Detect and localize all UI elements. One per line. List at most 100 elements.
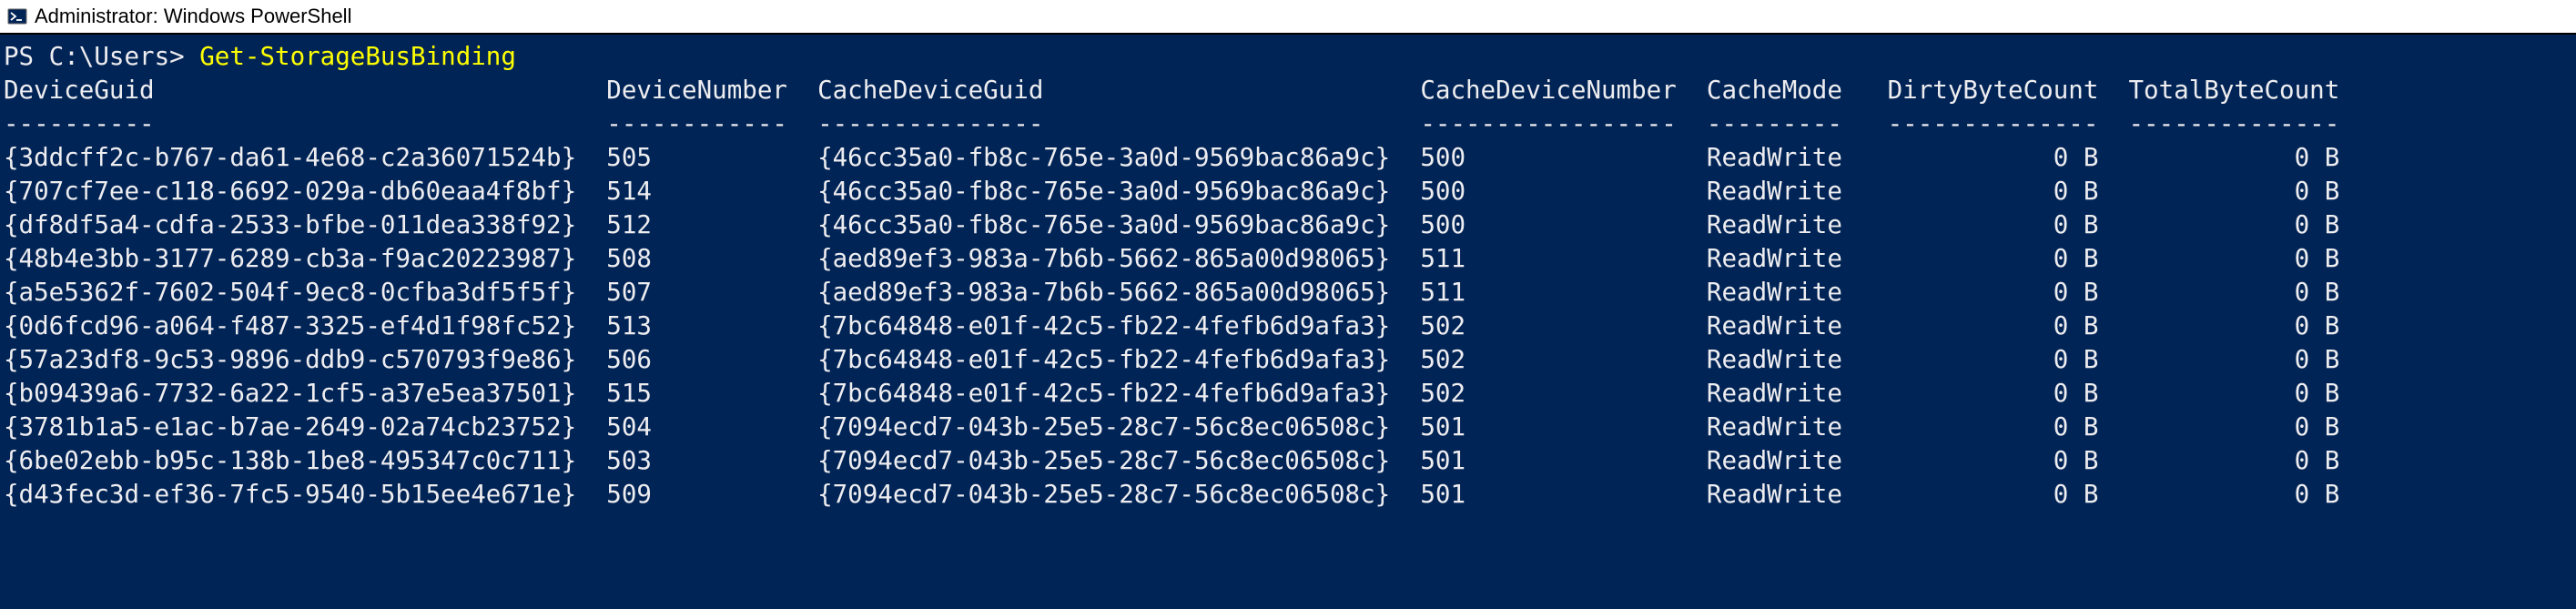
cell-total-byte-count: 0 B xyxy=(2114,244,2339,273)
window-titlebar[interactable]: Administrator: Windows PowerShell xyxy=(0,0,2576,35)
terminal-line: ---------- ------------ --------------- … xyxy=(4,107,2572,141)
cell-cache-device-guid: {7094ecd7-043b-25e5-28c7-56c8ec06508c} xyxy=(817,412,1420,442)
cell-total-byte-count: 0 B xyxy=(2114,210,2339,239)
cell-cache-mode: ReadWrite xyxy=(1707,177,1872,206)
table-row: {6be02ebb-b95c-138b-1be8-495347c0c711} 5… xyxy=(4,444,2572,478)
cell-total-byte-count: 0 B xyxy=(2114,278,2339,307)
cell-cache-device-number: 502 xyxy=(1420,311,1707,340)
cell-total-byte-count: 0 B xyxy=(2114,143,2339,172)
separator: ------------ xyxy=(606,109,817,138)
cell-device-guid: {3781b1a5-e1ac-b7ae-2649-02a74cb23752} xyxy=(4,412,606,442)
cell-device-number: 515 xyxy=(606,379,817,408)
cell-cache-device-number: 502 xyxy=(1420,345,1707,374)
column-header-device-guid: DeviceGuid xyxy=(4,76,606,105)
separator: ----------------- xyxy=(1420,109,1707,138)
terminal-output[interactable]: PS C:\Users> Get-StorageBusBindingDevice… xyxy=(0,35,2576,609)
cell-device-number: 503 xyxy=(606,446,817,475)
cell-device-number: 504 xyxy=(606,412,817,442)
window-title: Administrator: Windows PowerShell xyxy=(35,5,351,28)
cell-dirty-byte-count: 0 B xyxy=(1872,143,2114,172)
powershell-icon xyxy=(7,6,27,26)
cell-cache-device-guid: {aed89ef3-983a-7b6b-5662-865a00d98065} xyxy=(817,244,1420,273)
table-row: {707cf7ee-c118-6692-029a-db60eaa4f8bf} 5… xyxy=(4,175,2572,208)
cell-cache-device-guid: {46cc35a0-fb8c-765e-3a0d-9569bac86a9c} xyxy=(817,210,1420,239)
cell-cache-device-guid: {7094ecd7-043b-25e5-28c7-56c8ec06508c} xyxy=(817,446,1420,475)
cell-total-byte-count: 0 B xyxy=(2114,446,2339,475)
cell-dirty-byte-count: 0 B xyxy=(1872,480,2114,509)
separator: -------------- xyxy=(2114,109,2339,138)
table-row: {0d6fcd96-a064-f487-3325-ef4d1f98fc52} 5… xyxy=(4,310,2572,343)
cell-total-byte-count: 0 B xyxy=(2114,379,2339,408)
cell-device-number: 509 xyxy=(606,480,817,509)
separator: -------------- xyxy=(1872,109,2114,138)
cell-device-guid: {3ddcff2c-b767-da61-4e68-c2a36071524b} xyxy=(4,143,606,172)
cell-device-guid: {57a23df8-9c53-9896-ddb9-c570793f9e86} xyxy=(4,345,606,374)
cell-dirty-byte-count: 0 B xyxy=(1872,278,2114,307)
cell-device-guid: {d43fec3d-ef36-7fc5-9540-5b15ee4e671e} xyxy=(4,480,606,509)
cell-device-number: 514 xyxy=(606,177,817,206)
cell-device-guid: {6be02ebb-b95c-138b-1be8-495347c0c711} xyxy=(4,446,606,475)
cell-total-byte-count: 0 B xyxy=(2114,480,2339,509)
table-row: {48b4e3bb-3177-6289-cb3a-f9ac20223987} 5… xyxy=(4,242,2572,276)
cell-device-number: 513 xyxy=(606,311,817,340)
cell-device-guid: {0d6fcd96-a064-f487-3325-ef4d1f98fc52} xyxy=(4,311,606,340)
column-header-device-number: DeviceNumber xyxy=(606,76,817,105)
table-row: {3ddcff2c-b767-da61-4e68-c2a36071524b} 5… xyxy=(4,141,2572,175)
cell-device-guid: {a5e5362f-7602-504f-9ec8-0cfba3df5f5f} xyxy=(4,278,606,307)
cell-cache-device-number: 511 xyxy=(1420,278,1707,307)
cell-dirty-byte-count: 0 B xyxy=(1872,210,2114,239)
cell-cache-mode: ReadWrite xyxy=(1707,379,1872,408)
cell-device-number: 505 xyxy=(606,143,817,172)
cell-device-guid: {df8df5a4-cdfa-2533-bfbe-011dea338f92} xyxy=(4,210,606,239)
table-row: {d43fec3d-ef36-7fc5-9540-5b15ee4e671e} 5… xyxy=(4,478,2572,512)
cell-cache-mode: ReadWrite xyxy=(1707,244,1872,273)
cell-cache-device-guid: {46cc35a0-fb8c-765e-3a0d-9569bac86a9c} xyxy=(817,143,1420,172)
column-header-cache-device-guid: CacheDeviceGuid xyxy=(817,76,1420,105)
cell-cache-device-number: 502 xyxy=(1420,379,1707,408)
cell-device-guid: {b09439a6-7732-6a22-1cf5-a37e5ea37501} xyxy=(4,379,606,408)
table-row: {df8df5a4-cdfa-2533-bfbe-011dea338f92} 5… xyxy=(4,208,2572,242)
table-row: {a5e5362f-7602-504f-9ec8-0cfba3df5f5f} 5… xyxy=(4,276,2572,310)
separator: ---------- xyxy=(4,109,606,138)
cell-cache-device-number: 500 xyxy=(1420,143,1707,172)
cell-dirty-byte-count: 0 B xyxy=(1872,345,2114,374)
terminal-line: PS C:\Users> Get-StorageBusBinding xyxy=(4,40,2572,74)
cell-cache-device-number: 501 xyxy=(1420,480,1707,509)
column-header-total-byte-count: TotalByteCount xyxy=(2114,76,2339,105)
cell-cache-device-guid: {7bc64848-e01f-42c5-fb22-4fefb6d9afa3} xyxy=(817,311,1420,340)
cell-device-guid: {48b4e3bb-3177-6289-cb3a-f9ac20223987} xyxy=(4,244,606,273)
cell-cache-device-number: 511 xyxy=(1420,244,1707,273)
cell-cache-device-guid: {7bc64848-e01f-42c5-fb22-4fefb6d9afa3} xyxy=(817,345,1420,374)
cell-cache-device-number: 501 xyxy=(1420,412,1707,442)
cell-device-number: 506 xyxy=(606,345,817,374)
cell-dirty-byte-count: 0 B xyxy=(1872,379,2114,408)
cell-device-guid: {707cf7ee-c118-6692-029a-db60eaa4f8bf} xyxy=(4,177,606,206)
table-row: {b09439a6-7732-6a22-1cf5-a37e5ea37501} 5… xyxy=(4,377,2572,411)
cell-cache-device-guid: {7bc64848-e01f-42c5-fb22-4fefb6d9afa3} xyxy=(817,379,1420,408)
cell-cache-device-guid: {7094ecd7-043b-25e5-28c7-56c8ec06508c} xyxy=(817,480,1420,509)
cell-cache-mode: ReadWrite xyxy=(1707,412,1872,442)
column-header-cache-mode: CacheMode xyxy=(1707,76,1872,105)
cell-dirty-byte-count: 0 B xyxy=(1872,412,2114,442)
cell-cache-device-number: 501 xyxy=(1420,446,1707,475)
cell-cache-mode: ReadWrite xyxy=(1707,345,1872,374)
prompt-command: Get-StorageBusBinding xyxy=(199,42,516,71)
column-header-dirty-byte-count: DirtyByteCount xyxy=(1872,76,2114,105)
cell-device-number: 507 xyxy=(606,278,817,307)
separator: --------------- xyxy=(817,109,1420,138)
cell-cache-mode: ReadWrite xyxy=(1707,446,1872,475)
cell-cache-mode: ReadWrite xyxy=(1707,210,1872,239)
cell-cache-device-guid: {aed89ef3-983a-7b6b-5662-865a00d98065} xyxy=(817,278,1420,307)
cell-device-number: 508 xyxy=(606,244,817,273)
cell-total-byte-count: 0 B xyxy=(2114,345,2339,374)
cell-cache-mode: ReadWrite xyxy=(1707,278,1872,307)
cell-total-byte-count: 0 B xyxy=(2114,412,2339,442)
cell-device-number: 512 xyxy=(606,210,817,239)
cell-cache-device-number: 500 xyxy=(1420,177,1707,206)
separator: --------- xyxy=(1707,109,1872,138)
cell-cache-mode: ReadWrite xyxy=(1707,311,1872,340)
column-header-cache-device-number: CacheDeviceNumber xyxy=(1420,76,1707,105)
cell-total-byte-count: 0 B xyxy=(2114,177,2339,206)
cell-cache-device-number: 500 xyxy=(1420,210,1707,239)
cell-cache-mode: ReadWrite xyxy=(1707,480,1872,509)
